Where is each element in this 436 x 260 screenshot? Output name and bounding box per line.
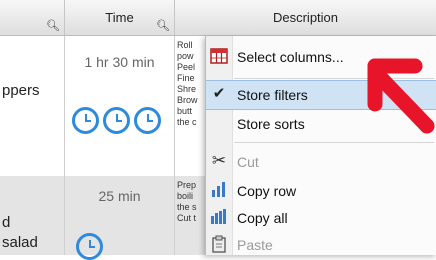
- checkmark-icon: ✔: [212, 85, 226, 102]
- red-arrow-annotation: [367, 58, 435, 134]
- menu-item-label: Paste: [237, 237, 273, 253]
- time-cell: 25 min: [65, 176, 175, 260]
- clock-icon: [72, 107, 99, 134]
- header-description-column[interactable]: Description: [175, 0, 436, 35]
- copy-all-icon: [211, 209, 226, 224]
- columns-icon: [210, 48, 228, 64]
- desc-line: Prep: [177, 180, 197, 190]
- name-cell: ppers: [0, 36, 65, 176]
- table-header: 🔍︎ Time 🔍︎ Description: [0, 0, 436, 36]
- desc-line: Fine: [177, 73, 195, 83]
- menu-item-label: Cut: [237, 154, 259, 170]
- desc-line: butt: [177, 106, 193, 116]
- copy-row-icon: [212, 182, 225, 197]
- desc-line: Shre: [177, 84, 197, 94]
- desc-line: boili: [177, 191, 194, 201]
- description-cell: Roll pow Peel Fine Shre Brow butt the c: [177, 40, 205, 128]
- header-name-column[interactable]: 🔍︎: [0, 0, 65, 35]
- menu-item-label: Store filters: [237, 87, 308, 103]
- desc-line: Brow: [177, 95, 198, 105]
- recipe-name-line1: d: [2, 214, 11, 231]
- menu-item-cut[interactable]: ✂ Cut: [206, 148, 436, 176]
- time-value: 25 min: [98, 188, 141, 204]
- desc-line: pow: [177, 51, 194, 61]
- menu-item-label: Copy row: [237, 183, 297, 199]
- clock-icon: [103, 107, 130, 134]
- clock-icon: [76, 233, 103, 260]
- time-cell: 1 hr 30 min: [65, 36, 175, 176]
- scissors-icon: ✂: [211, 151, 227, 170]
- menu-item-copy-row[interactable]: Copy row: [206, 177, 436, 205]
- menu-item-label: Select columns...: [237, 49, 344, 65]
- menu-item-copy-all[interactable]: Copy all: [206, 204, 436, 232]
- name-cell: d salad: [0, 176, 65, 255]
- description-column-label: Description: [272, 10, 339, 25]
- desc-line: Peel: [177, 62, 196, 72]
- recipe-name-line2: salad: [2, 234, 38, 251]
- clock-icon: [134, 107, 161, 134]
- paste-icon: [212, 235, 226, 253]
- menu-item-label: Copy all: [237, 210, 288, 226]
- time-column-label: Time: [105, 10, 134, 25]
- desc-line: the s: [177, 202, 197, 212]
- menu-item-label: Store sorts: [237, 116, 305, 132]
- header-time-column[interactable]: Time 🔍︎: [65, 0, 175, 35]
- desc-line: the c: [177, 117, 197, 127]
- time-value: 1 hr 30 min: [84, 54, 155, 70]
- description-cell: Prep boili the s Cut t: [177, 180, 205, 224]
- desc-line: Roll: [177, 40, 193, 50]
- desc-line: Cut t: [177, 213, 197, 223]
- recipe-name: ppers: [2, 82, 40, 99]
- menu-separator: [234, 142, 434, 143]
